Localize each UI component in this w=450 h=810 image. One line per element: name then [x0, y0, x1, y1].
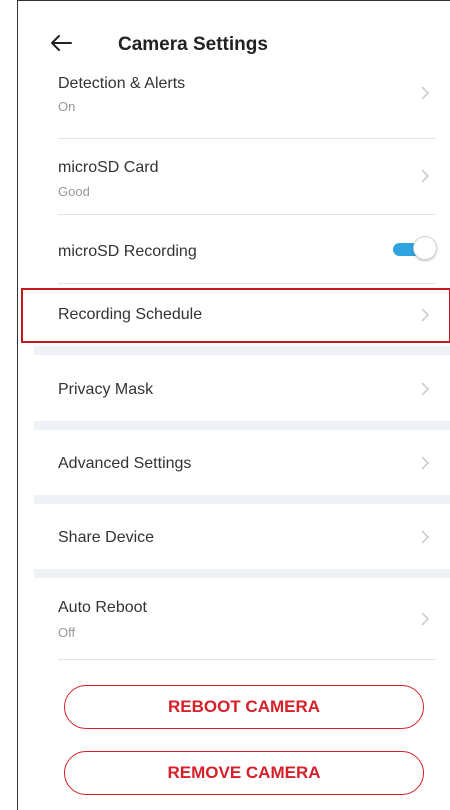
page-title: Camera Settings — [118, 34, 268, 55]
chevron-right-icon — [421, 169, 429, 183]
section-gap — [34, 346, 450, 355]
header-bar: Camera Settings — [18, 1, 450, 71]
toggle-knob — [413, 236, 437, 260]
chevron-right-icon — [421, 530, 429, 544]
auto-reboot-label: Auto Reboot — [58, 599, 147, 616]
detection-alerts-status: On — [58, 99, 76, 114]
chevron-right-icon — [421, 308, 429, 322]
remove-camera-button[interactable]: REMOVE CAMERA — [64, 751, 424, 795]
divider — [58, 659, 436, 660]
share-device-row[interactable]: Share Device — [34, 504, 450, 570]
detection-alerts-label: Detection & Alerts — [58, 75, 186, 92]
microsd-recording-label: microSD Recording — [58, 243, 197, 260]
arrow-left-icon[interactable] — [50, 34, 72, 52]
microsd-recording-toggle[interactable] — [391, 236, 437, 262]
microsd-recording-row: microSD Recording — [34, 215, 450, 283]
phone-frame: Detection & Alerts On microSD Card Good … — [17, 0, 450, 810]
microsd-card-row[interactable]: microSD Card Good — [34, 139, 450, 214]
recording-schedule-row[interactable]: Recording Schedule — [34, 289, 450, 342]
privacy-mask-row[interactable]: Privacy Mask — [34, 355, 450, 423]
auto-reboot-status: Off — [58, 625, 76, 640]
chevron-right-icon — [421, 456, 429, 470]
reboot-camera-button[interactable]: REBOOT CAMERA — [64, 685, 424, 729]
microsd-card-status: Good — [58, 184, 90, 199]
section-gap — [34, 569, 450, 578]
microsd-card-label: microSD Card — [58, 159, 159, 176]
privacy-mask-label: Privacy Mask — [58, 381, 154, 398]
share-device-label: Share Device — [58, 529, 155, 546]
section-gap — [34, 421, 450, 430]
auto-reboot-row[interactable]: Auto Reboot Off — [34, 578, 450, 659]
advanced-settings-row[interactable]: Advanced Settings — [34, 430, 450, 497]
chevron-right-icon — [421, 382, 429, 396]
chevron-right-icon — [421, 612, 429, 626]
recording-schedule-label: Recording Schedule — [58, 306, 203, 323]
chevron-right-icon — [421, 86, 429, 100]
section-gap — [34, 495, 450, 504]
advanced-settings-label: Advanced Settings — [58, 455, 192, 472]
divider — [58, 283, 436, 284]
